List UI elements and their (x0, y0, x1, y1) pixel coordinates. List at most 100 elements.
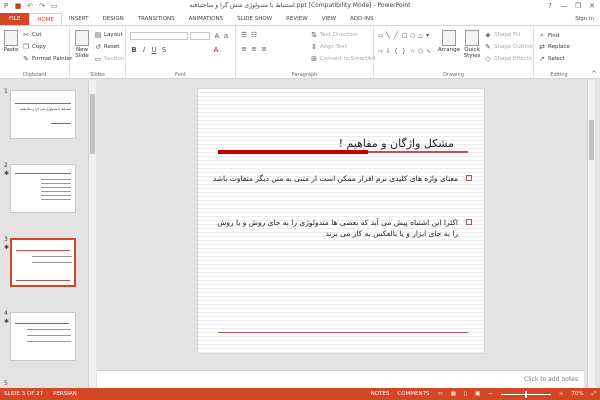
slide-scrollbar[interactable] (587, 80, 595, 388)
search-icon: ⌕ (540, 31, 544, 39)
slideshow-icon[interactable]: ▭ (50, 2, 58, 10)
slide-thumbnail-4[interactable] (10, 312, 76, 361)
font-size-box[interactable] (190, 32, 210, 40)
numbering-button[interactable]: ☷ (250, 31, 258, 39)
slide-thumbnail-3[interactable] (10, 238, 76, 287)
shape-arrow-icon[interactable]: ⇨ (378, 48, 385, 63)
square-bullet-icon (466, 175, 472, 181)
convert-smartart-button[interactable]: ⊞ Convert to SmartArt (310, 55, 376, 63)
shape-oval-icon[interactable]: ○ (410, 32, 417, 47)
slide-sorter-icon[interactable]: ▦ (451, 388, 456, 400)
tab-add-ins[interactable]: ADD-INS (343, 13, 380, 25)
tab-view[interactable]: VIEW (315, 13, 343, 25)
align-center-button[interactable]: ≡ (250, 45, 258, 53)
slide-thumbnail-2[interactable] (10, 164, 76, 213)
arrange-icon (442, 30, 456, 46)
font-color-button[interactable]: A (212, 46, 220, 54)
shape-effects-button[interactable]: ◇ Shape Effects (484, 55, 531, 63)
thumb-number-4: 4 (4, 310, 8, 317)
paste-button[interactable]: Paste (2, 30, 20, 53)
normal-view-icon[interactable]: ▭ (438, 388, 443, 400)
shape-fill-button[interactable]: ◈ Shape Fill (484, 31, 520, 39)
current-slide[interactable]: مشکل واژگان و مفاهیم ! معنای واژه های کل… (197, 88, 485, 354)
language-indicator[interactable]: PERSIAN (53, 388, 77, 400)
font-color-icon: A (213, 46, 219, 54)
sign-in-link[interactable]: Sign in (569, 13, 600, 25)
comments-toggle[interactable]: COMMENTS (397, 388, 429, 400)
slide-bullet-1[interactable]: معنای واژه های کلیدی نرم افزار ممکن است … (212, 173, 472, 184)
zoom-in-icon[interactable]: + (559, 388, 564, 400)
bold-button[interactable]: B (130, 46, 138, 54)
reset-button[interactable]: ↺ Reset (94, 43, 119, 51)
tab-review[interactable]: REVIEW (279, 13, 315, 25)
slide-bullet-2[interactable]: اکثرا این اشتباه پیش می آید که بعضی ها م… (212, 217, 472, 239)
shrink-font-button[interactable]: a (222, 32, 230, 40)
tab-slide-show[interactable]: SLIDE SHOW (230, 13, 279, 25)
shape-brace2-icon[interactable]: } (402, 48, 409, 63)
close-button[interactable]: ✕ (586, 1, 598, 11)
new-slide-button[interactable]: New Slide (72, 30, 92, 59)
section-button[interactable]: ▭ Section (94, 55, 125, 63)
shape-line-icon[interactable]: ╲ (386, 32, 393, 47)
help-button[interactable]: ? (544, 1, 556, 11)
shape-hex-icon[interactable]: ⬡ (418, 48, 425, 63)
slideshow-view-icon[interactable]: ▣ (475, 388, 480, 400)
italic-button[interactable]: I (140, 46, 148, 54)
copy-button[interactable]: ❐ Copy (22, 43, 46, 51)
text-direction-button[interactable]: ⇅ Text Direction (310, 31, 358, 39)
align-text-button[interactable]: ⇕ Align Text (310, 43, 347, 51)
slide-thumbnail-1[interactable]: استنباط با متدولوژی شی گرا و ساختیافته (10, 90, 76, 139)
scrollbar-thumb[interactable] (589, 120, 594, 160)
zoom-knob[interactable] (524, 390, 527, 398)
tab-insert[interactable]: INSERT (62, 13, 95, 25)
quick-styles-button[interactable]: Quick Styles (462, 30, 482, 59)
tab-design[interactable]: DESIGN (96, 13, 131, 25)
collapse-ribbon-icon[interactable]: ^ (590, 70, 598, 78)
format-painter-button[interactable]: ✎ Format Painter (22, 55, 72, 63)
layout-button[interactable]: ▤ Layout (94, 31, 123, 39)
redo-icon[interactable]: ↷ (38, 2, 46, 10)
align-right-button[interactable]: ≡ (260, 45, 268, 53)
zoom-level[interactable]: 70% (571, 388, 583, 400)
scrollbar-thumb[interactable] (90, 94, 95, 154)
cut-button[interactable]: ✂ Cut (22, 31, 41, 39)
reading-view-icon[interactable]: ▯ (464, 388, 467, 400)
fit-slide-icon[interactable]: ⤢ (592, 388, 596, 400)
thumbnails-scrollbar[interactable] (88, 80, 96, 388)
shape-rect-icon[interactable]: □ (402, 32, 409, 47)
shape-more-icon[interactable]: ▾ (426, 32, 433, 47)
undo-icon[interactable]: ↶ (26, 2, 34, 10)
grow-font-button[interactable]: A (213, 32, 221, 40)
tab-home[interactable]: HOME (29, 13, 63, 25)
slide-title[interactable]: مشکل واژگان و مفاهیم ! (339, 137, 454, 150)
zoom-out-icon[interactable]: − (488, 388, 493, 400)
align-left-button[interactable]: ≡ (240, 45, 248, 53)
shape-arrow2-icon[interactable]: ⇩ (386, 48, 393, 63)
font-name-box[interactable] (130, 32, 188, 40)
clipboard-group-label: Clipboard (22, 72, 47, 78)
replace-button[interactable]: ⇄ Replace (538, 43, 570, 51)
minimize-button[interactable]: — (558, 1, 570, 11)
zoom-slider[interactable] (500, 390, 551, 398)
shape-triangle-icon[interactable]: △ (418, 32, 425, 47)
tab-transitions[interactable]: TRANSITIONS (131, 13, 182, 25)
shape-line2-icon[interactable]: ╱ (394, 32, 401, 47)
bullets-button[interactable]: ☰ (240, 31, 248, 39)
notes-pane[interactable]: Click to add notes (97, 370, 584, 388)
shadow-button[interactable]: S (160, 46, 168, 54)
shapes-gallery[interactable]: ▭ ╲ ╱ □ ○ △ ▾ ⇨ ⇩{} ☆ ⬡ ∿ (378, 32, 431, 63)
underline-button[interactable]: U (150, 46, 158, 54)
notes-toggle[interactable]: NOTES (371, 388, 390, 400)
arrange-button[interactable]: Arrange (438, 30, 460, 53)
select-button[interactable]: ➚ Select (538, 55, 565, 63)
shape-curve-icon[interactable]: ∿ (426, 48, 433, 63)
shape-outline-button[interactable]: ✎ Shape Outline (484, 43, 533, 51)
tab-file[interactable]: FILE (0, 13, 30, 25)
shape-star-icon[interactable]: ☆ (410, 48, 417, 63)
find-button[interactable]: ⌕ Find (538, 31, 559, 40)
tab-animations[interactable]: ANIMATIONS (182, 13, 231, 25)
shape-brace-icon[interactable]: { (394, 48, 401, 63)
shape-textbox-icon[interactable]: ▭ (378, 32, 385, 47)
save-icon[interactable]: ■ (14, 2, 22, 10)
restore-button[interactable]: ❐ (572, 1, 584, 11)
